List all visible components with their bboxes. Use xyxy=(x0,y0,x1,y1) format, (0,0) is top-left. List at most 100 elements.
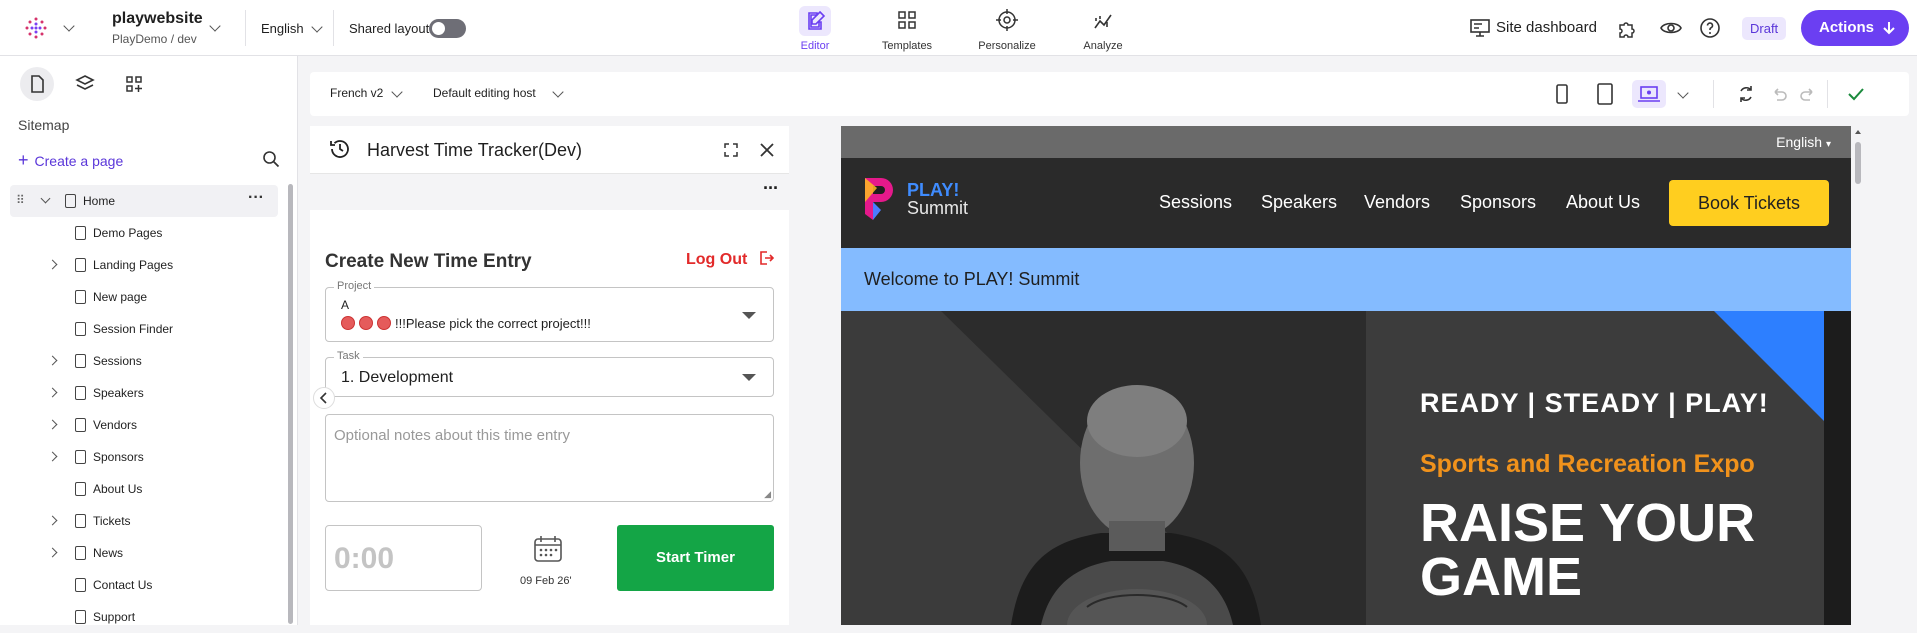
preview-nav-sessions[interactable]: Sessions xyxy=(1159,192,1232,213)
project-prefix: A xyxy=(341,298,350,312)
tab-templates-label: Templates xyxy=(881,40,933,52)
search-icon[interactable] xyxy=(262,150,280,168)
sidebar-item-demo-pages[interactable]: Demo Pages xyxy=(0,217,280,249)
host-selector[interactable]: Default editing host xyxy=(433,86,536,100)
components-tab[interactable] xyxy=(117,67,151,101)
sidebar-item-label: Speakers xyxy=(93,386,144,400)
redo-icon[interactable] xyxy=(1798,84,1818,104)
task-select[interactable]: Task 1. Development xyxy=(325,350,774,397)
sidebar-item-sponsors[interactable]: Sponsors xyxy=(0,441,280,473)
expand-chevron-icon[interactable] xyxy=(47,387,58,398)
site-dashboard-link[interactable]: Site dashboard xyxy=(1496,19,1597,36)
more-options-icon[interactable]: ··· xyxy=(248,189,264,207)
pages-tab[interactable] xyxy=(20,67,54,101)
preview-eye-icon[interactable] xyxy=(1659,17,1683,39)
site-switcher-chevron-icon[interactable] xyxy=(209,20,221,32)
book-tickets-button[interactable]: Book Tickets xyxy=(1669,180,1829,226)
actions-button[interactable]: Actions xyxy=(1801,10,1909,46)
sidebar-item-tickets[interactable]: Tickets xyxy=(0,505,280,537)
sidebar-scrollbar[interactable] xyxy=(288,184,293,624)
timer-input[interactable]: 0:00 xyxy=(325,525,482,591)
expand-icon[interactable] xyxy=(723,142,739,158)
play-summit-logo[interactable] xyxy=(863,176,895,222)
sidebar-item-new-page[interactable]: New page xyxy=(0,281,280,313)
sidebar-item-news[interactable]: News xyxy=(0,537,280,569)
desktop-view-button[interactable] xyxy=(1632,80,1666,108)
language-chevron-icon[interactable] xyxy=(311,21,323,33)
refresh-icon[interactable] xyxy=(1736,84,1756,104)
language-selector[interactable]: English xyxy=(261,21,304,36)
app-logo-icon[interactable] xyxy=(24,16,48,40)
tab-analyze[interactable]: Analyze xyxy=(1058,6,1148,52)
tab-personalize[interactable]: Personalize xyxy=(962,6,1052,52)
scroll-up-icon[interactable] xyxy=(1854,128,1862,136)
expand-chevron-icon[interactable] xyxy=(47,451,58,462)
resize-handle-icon[interactable]: ◢ xyxy=(764,489,771,500)
app-menu-chevron-icon[interactable] xyxy=(63,20,75,32)
preview-nav-sponsors[interactable]: Sponsors xyxy=(1460,192,1536,213)
hero-edge xyxy=(1824,311,1851,625)
expand-chevron-icon[interactable] xyxy=(47,259,58,270)
site-name[interactable]: playwebsite xyxy=(112,10,203,28)
more-options-icon[interactable]: ··· xyxy=(763,178,779,199)
sidebar-item-session-finder[interactable]: Session Finder xyxy=(0,313,280,345)
drag-handle-icon[interactable]: ⠿ xyxy=(16,193,25,207)
variant-chevron-icon[interactable] xyxy=(391,86,403,98)
sidebar-item-speakers[interactable]: Speakers xyxy=(0,377,280,409)
shared-layout-toggle[interactable] xyxy=(429,19,466,38)
sidebar-item-label: Support xyxy=(93,610,136,624)
page-icon xyxy=(75,482,86,496)
project-select[interactable]: Project A !!!Please pick the correct pro… xyxy=(325,280,774,342)
sidebar-item-label: New page xyxy=(93,290,148,304)
notes-textarea[interactable]: Optional notes about this time entry ◢ xyxy=(325,414,774,502)
preview-scrollbar[interactable] xyxy=(1853,126,1863,625)
tablet-view-button[interactable] xyxy=(1590,80,1620,108)
hero-image xyxy=(841,311,1366,625)
chevron-down-icon: ▾ xyxy=(1825,139,1831,150)
preview-nav-vendors[interactable]: Vendors xyxy=(1364,192,1430,213)
sidebar-item-home[interactable]: ⠿ Home ··· xyxy=(10,185,278,217)
page-icon xyxy=(75,290,86,304)
sidebar-item-about-us[interactable]: About Us xyxy=(0,473,280,505)
page-icon xyxy=(75,514,86,528)
expand-chevron-icon[interactable] xyxy=(47,515,58,526)
page-icon xyxy=(75,354,86,368)
device-chevron-icon[interactable] xyxy=(1677,87,1689,99)
tab-templates[interactable]: Templates xyxy=(862,6,952,52)
collapse-panel-button[interactable] xyxy=(313,387,335,409)
sidebar-item-vendors[interactable]: Vendors xyxy=(0,409,280,441)
sidebar-item-sessions[interactable]: Sessions xyxy=(0,345,280,377)
clock-history-icon xyxy=(330,140,349,158)
calendar-icon[interactable] xyxy=(532,534,564,564)
preview-nav-speakers[interactable]: Speakers xyxy=(1261,192,1337,213)
undo-icon[interactable] xyxy=(1769,84,1789,104)
shared-layout-label: Shared layout xyxy=(349,21,430,36)
sidebar-item-contact-us[interactable]: Contact Us xyxy=(0,569,280,601)
mobile-view-button[interactable] xyxy=(1547,80,1577,108)
page-icon xyxy=(75,546,86,560)
puzzle-icon[interactable] xyxy=(1616,17,1638,39)
collapse-chevron-icon[interactable] xyxy=(40,193,51,204)
sidebar-item-support[interactable]: Support xyxy=(0,601,280,633)
preview-scroll-thumb[interactable] xyxy=(1855,142,1861,184)
sidebar-item-label: Vendors xyxy=(93,418,138,432)
help-icon[interactable] xyxy=(1699,17,1721,39)
logout-button[interactable]: Log Out xyxy=(686,250,774,269)
expand-chevron-icon[interactable] xyxy=(47,419,58,430)
layers-tab[interactable] xyxy=(68,67,102,101)
warning-emoji-icon xyxy=(359,316,373,330)
chart-icon xyxy=(1087,6,1119,36)
preview-nav-about-us[interactable]: About Us xyxy=(1566,192,1640,213)
start-timer-button[interactable]: Start Timer xyxy=(617,525,774,591)
sidebar-item-landing-pages[interactable]: Landing Pages xyxy=(0,249,280,281)
expand-chevron-icon[interactable] xyxy=(47,355,58,366)
close-icon[interactable] xyxy=(758,141,776,159)
expand-chevron-icon[interactable] xyxy=(47,547,58,558)
variant-selector[interactable]: French v2 xyxy=(330,86,383,100)
tab-editor[interactable]: Editor xyxy=(770,6,860,52)
preview-language-selector[interactable]: English ▾ xyxy=(1776,134,1831,150)
warning-emoji-icon xyxy=(377,316,391,330)
host-chevron-icon[interactable] xyxy=(552,86,564,98)
create-page-link[interactable]: + Create a page xyxy=(18,150,123,171)
checkmark-icon[interactable] xyxy=(1846,84,1866,104)
